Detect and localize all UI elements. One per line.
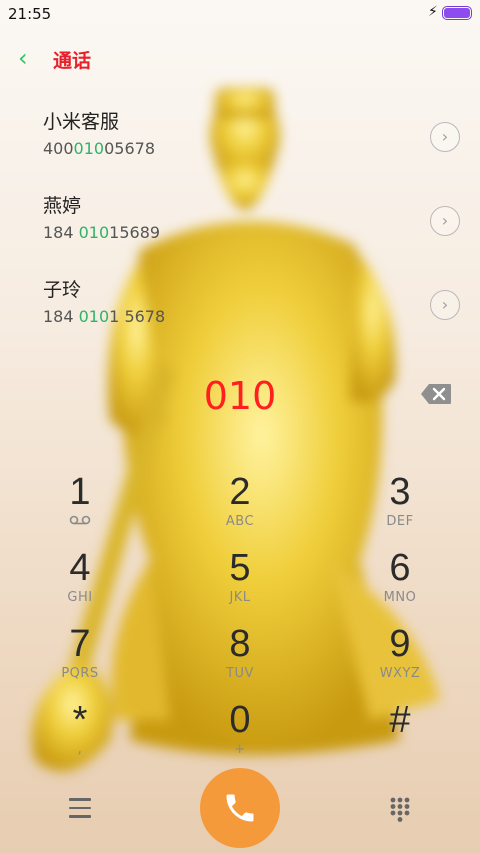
key-star[interactable]: * ,: [25, 698, 135, 764]
dialpad-icon[interactable]: [389, 796, 411, 822]
contact-number: 184 01015689: [43, 223, 161, 242]
contact-row[interactable]: 小米客服 40001005678 ›: [0, 107, 480, 187]
contact-row[interactable]: 燕婷 184 01015689 ›: [0, 191, 480, 271]
bolt-icon: ⚡: [428, 4, 438, 20]
dialed-number: 010: [203, 374, 277, 418]
key-hash[interactable]: #: [345, 698, 455, 764]
battery-icon: [442, 6, 472, 20]
status-bar: 21:55 ⚡: [0, 0, 480, 28]
call-button[interactable]: [200, 768, 280, 848]
key-3[interactable]: 3 DEF: [345, 470, 455, 536]
contact-name: 小米客服: [43, 111, 120, 133]
chevron-right-icon[interactable]: ›: [430, 122, 460, 152]
bottom-bar: [0, 768, 480, 853]
key-2[interactable]: 2 ABC: [185, 470, 295, 536]
key-0[interactable]: 0 +: [185, 698, 295, 764]
key-9[interactable]: 9 WXYZ: [345, 622, 455, 688]
contact-number: 184 0101 5678: [43, 307, 166, 326]
chevron-right-icon[interactable]: ›: [430, 290, 460, 320]
key-6[interactable]: 6 MNO: [345, 546, 455, 612]
chevron-left-icon[interactable]: ‹: [18, 44, 28, 72]
chevron-right-icon[interactable]: ›: [430, 206, 460, 236]
contact-name: 子玲: [43, 279, 82, 301]
contact-number: 40001005678: [43, 139, 155, 158]
key-5[interactable]: 5 JKL: [185, 546, 295, 612]
key-7[interactable]: 7 PQRS: [25, 622, 135, 688]
key-1[interactable]: 1: [25, 470, 135, 536]
key-8[interactable]: 8 TUV: [185, 622, 295, 688]
menu-icon[interactable]: [69, 798, 91, 818]
key-4[interactable]: 4 GHI: [25, 546, 135, 612]
phone-icon: [226, 794, 254, 822]
contact-name: 燕婷: [43, 195, 82, 217]
page-title: 通话: [53, 50, 92, 72]
backspace-icon[interactable]: [420, 383, 452, 405]
contact-row[interactable]: 子玲 184 0101 5678 ›: [0, 275, 480, 355]
header: ‹ 通话: [0, 38, 480, 78]
status-time: 21:55: [8, 5, 52, 23]
voicemail-icon: [25, 514, 135, 530]
